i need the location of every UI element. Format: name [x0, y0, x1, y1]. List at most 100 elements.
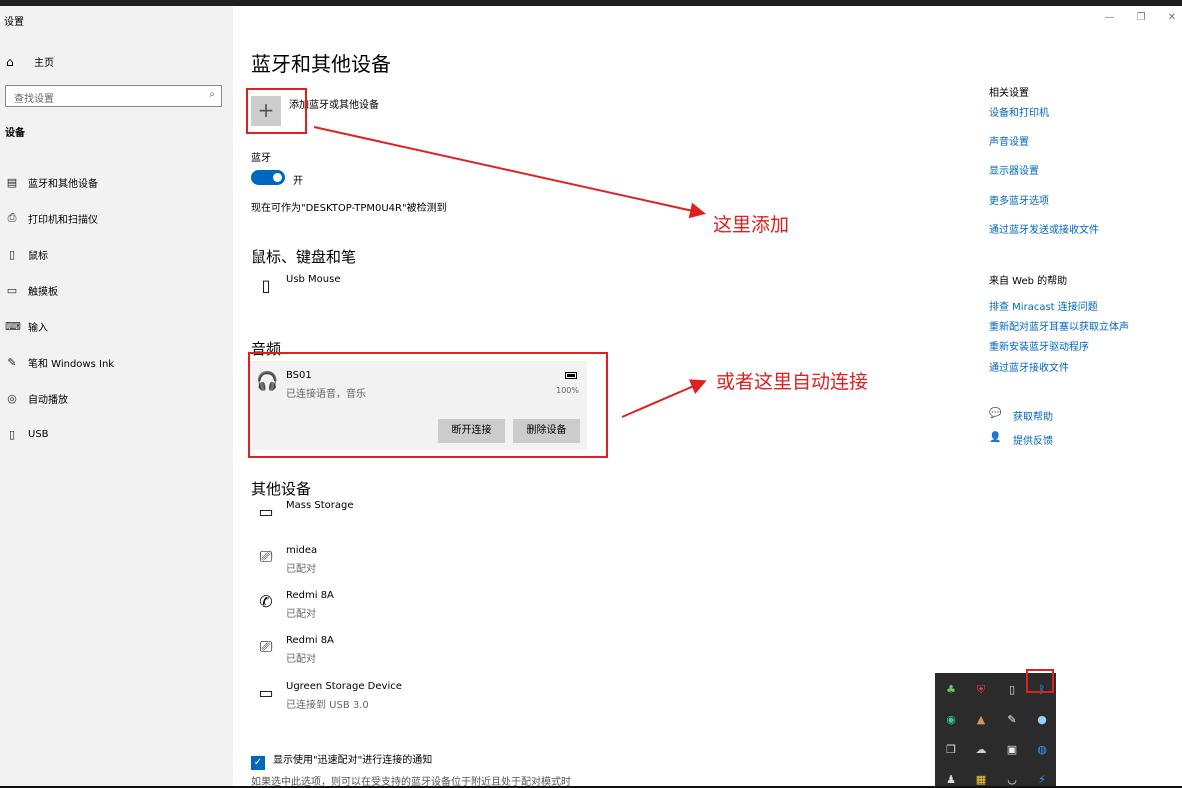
tray-cat-icon[interactable]: ▲	[974, 713, 988, 727]
device-usb-mouse[interactable]: ▯ Usb Mouse	[251, 274, 591, 310]
settings-window: 设置 ⌂ 主页 查找设置 ⌕ 设备 ▤ 蓝牙和其他设备 ⎙ 打印机和扫描仪 ▯ …	[0, 6, 1182, 788]
bluetooth-devices-icon: ▤	[6, 175, 18, 189]
home-label: 主页	[34, 58, 54, 69]
search-icon: ⌕	[209, 89, 215, 100]
pen-icon: ✎	[7, 355, 17, 369]
annotation-auto-connect: 或者这里自动连接	[716, 371, 869, 393]
minimize-icon[interactable]: —	[1105, 12, 1115, 23]
phone-icon: ✆	[259, 592, 273, 611]
tray-display-icon[interactable]: ▣	[1005, 743, 1019, 757]
sidebar-item-autoplay[interactable]: ◎ 自动播放	[0, 380, 233, 416]
link-repair-earbuds[interactable]: 重新配对蓝牙耳塞以获取立体声	[989, 318, 1129, 333]
app-title: 设置	[4, 17, 24, 28]
device-name: Redmi 8A	[286, 635, 334, 646]
tray-penguin-icon[interactable]: ♟	[944, 773, 958, 787]
usb-icon: ▯	[8, 427, 16, 441]
other-section-heading: 其他设备	[251, 480, 312, 498]
swift-pair-checkbox[interactable]: ✓	[251, 756, 265, 770]
swift-pair-label: 显示使用"迅速配对"进行连接的通知	[273, 755, 433, 766]
restore-icon[interactable]: ❐	[1137, 12, 1146, 23]
sidebar-item-pen[interactable]: ✎ 笔和 Windows Ink	[0, 344, 233, 380]
link-miracast[interactable]: 排查 Miracast 连接问题	[989, 298, 1098, 313]
feedback-link[interactable]: 提供反馈	[1013, 432, 1053, 447]
discoverable-text: 现在可作为"DESKTOP-TPM0U4R"被检测到	[251, 203, 447, 214]
get-help-icon: 💬	[989, 408, 1002, 419]
tray-app-icon[interactable]: ♣	[944, 683, 958, 697]
device-midea[interactable]: ⎚ midea 已配对	[251, 545, 591, 581]
sidebar-item-label: 自动播放	[28, 394, 68, 406]
device-name: Mass Storage	[286, 500, 354, 511]
sidebar: 设置 ⌂ 主页 查找设置 ⌕ 设备 ▤ 蓝牙和其他设备 ⎙ 打印机和扫描仪 ▯ …	[0, 6, 233, 786]
tray-image-icon[interactable]: ▦	[974, 773, 988, 787]
device-redmi-display[interactable]: ⎚ Redmi 8A 已配对	[251, 635, 591, 671]
bluetooth-toggle[interactable]	[251, 170, 285, 185]
device-name: Usb Mouse	[286, 274, 341, 285]
sidebar-item-bluetooth[interactable]: ▤ 蓝牙和其他设备	[0, 164, 233, 200]
device-name: midea	[286, 545, 318, 556]
tray-app-circle-icon[interactable]: ◍	[1035, 743, 1049, 757]
display-icon: ⎚	[259, 637, 273, 656]
bluetooth-state: 开	[293, 176, 303, 187]
storage-icon: ▭	[258, 502, 274, 521]
bluetooth-label: 蓝牙	[251, 153, 271, 164]
related-settings-title: 相关设置	[989, 88, 1029, 99]
feedback-icon: 👤	[989, 432, 1002, 443]
device-redmi-phone[interactable]: ✆ Redmi 8A 已配对	[251, 590, 591, 626]
display-icon: ⎚	[259, 547, 273, 566]
mouse-section-heading: 鼠标、键盘和笔	[251, 248, 357, 266]
tray-cloud-icon[interactable]: ●	[1035, 713, 1049, 727]
link-more-bluetooth[interactable]: 更多蓝牙选项	[989, 192, 1049, 207]
tray-lightning-icon[interactable]: ⚡	[1035, 773, 1049, 787]
sidebar-item-label: 笔和 Windows Ink	[28, 358, 115, 370]
page-title: 蓝牙和其他设备	[251, 52, 391, 76]
keyboard-icon: ⌨	[5, 319, 21, 333]
sidebar-item-label: 输入	[28, 322, 48, 334]
sidebar-nav: ▤ 蓝牙和其他设备 ⎙ 打印机和扫描仪 ▯ 鼠标 ▭ 触摸板 ⌨ 输入 ✎ 笔和…	[0, 164, 233, 452]
device-mass-storage[interactable]: ▭ Mass Storage	[251, 500, 591, 536]
sidebar-home[interactable]: ⌂ 主页	[6, 54, 54, 70]
toggle-knob	[273, 173, 282, 182]
sidebar-item-typing[interactable]: ⌨ 输入	[0, 308, 233, 344]
tray-notepad-icon[interactable]: ✎	[1005, 713, 1019, 727]
mouse-icon: ▯	[8, 247, 16, 261]
autoplay-icon: ◎	[7, 391, 17, 405]
link-receive-files[interactable]: 通过蓝牙接收文件	[989, 359, 1069, 374]
sidebar-item-touchpad[interactable]: ▭ 触摸板	[0, 272, 233, 308]
tray-onedrive-icon[interactable]: ☁	[974, 743, 988, 757]
link-devices-printers[interactable]: 设备和打印机	[989, 104, 1049, 119]
sidebar-item-usb[interactable]: ▯ USB	[0, 416, 233, 452]
device-ugreen-storage[interactable]: ▭ Ugreen Storage Device 已连接到 USB 3.0	[251, 681, 591, 717]
search-placeholder: 查找设置	[14, 94, 54, 105]
device-name: Redmi 8A	[286, 590, 334, 601]
link-display-settings[interactable]: 显示器设置	[989, 162, 1039, 177]
touchpad-icon: ▭	[6, 283, 18, 297]
sidebar-item-label: 打印机和扫描仪	[28, 214, 98, 226]
device-status: 已配对	[286, 654, 316, 665]
sidebar-item-label: 蓝牙和其他设备	[28, 178, 98, 190]
tray-usb-icon[interactable]: ▯	[1005, 683, 1019, 697]
section-heading: 设备	[5, 128, 25, 139]
tray-security-icon[interactable]: ⛨	[974, 683, 988, 697]
link-sound-settings[interactable]: 声音设置	[989, 133, 1029, 148]
tray-edge-icon[interactable]: ◉	[944, 713, 958, 727]
sidebar-item-printers[interactable]: ⎙ 打印机和扫描仪	[0, 200, 233, 236]
search-input[interactable]: 查找设置 ⌕	[5, 85, 222, 107]
tray-window-icon[interactable]: ❐	[944, 743, 958, 757]
sidebar-item-label: 鼠标	[28, 250, 48, 262]
printer-icon: ⎙	[7, 211, 17, 224]
tray-cup-icon[interactable]: ◡	[1005, 773, 1019, 787]
get-help-link[interactable]: 获取帮助	[1013, 408, 1053, 423]
device-status: 已连接到 USB 3.0	[286, 700, 369, 711]
sidebar-item-label: 触摸板	[28, 286, 58, 298]
storage-icon: ▭	[258, 683, 274, 702]
device-status: 已配对	[286, 564, 316, 575]
link-send-receive-files[interactable]: 通过蓝牙发送或接收文件	[989, 221, 1099, 236]
annotation-box-tray-bluetooth	[1026, 669, 1054, 693]
sidebar-item-mouse[interactable]: ▯ 鼠标	[0, 236, 233, 272]
home-icon: ⌂	[6, 54, 14, 69]
close-icon[interactable]: ✕	[1168, 12, 1176, 23]
device-name: Ugreen Storage Device	[286, 681, 402, 692]
link-reinstall-driver[interactable]: 重新安装蓝牙驱动程序	[989, 338, 1089, 353]
sidebar-item-label: USB	[28, 428, 49, 440]
window-controls: — ❐ ✕	[1105, 12, 1176, 23]
